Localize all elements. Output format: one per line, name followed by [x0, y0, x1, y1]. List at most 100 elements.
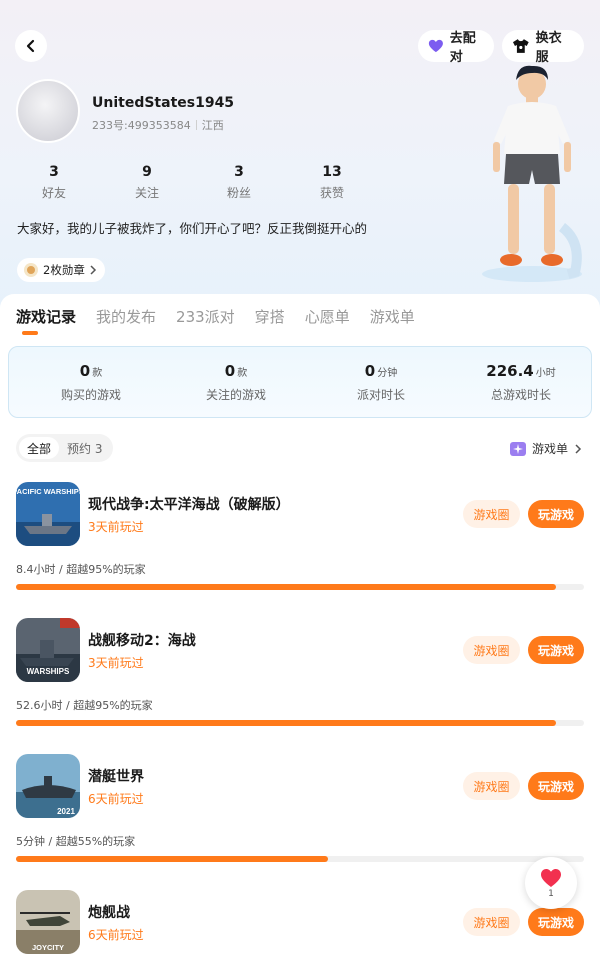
summary-value: 0: [364, 362, 376, 380]
game-icon[interactable]: PACIFIC WARSHIPS: [16, 482, 80, 546]
summary-label: 购买的游戏: [60, 388, 121, 402]
game-circle-button[interactable]: 游戏圈: [463, 908, 520, 936]
tab-game-lists[interactable]: 游戏单: [370, 306, 415, 327]
game-icon-text: WARSHIPS: [27, 667, 70, 676]
game-icon-text: PACIFIC WARSHIPS: [16, 487, 80, 496]
summary-value: 226.4: [486, 362, 534, 380]
filter-all[interactable]: 全部: [19, 437, 60, 459]
active-tab-indicator: [22, 331, 38, 335]
filter-reserved[interactable]: 预约 3: [59, 437, 110, 459]
progress-track: [16, 856, 584, 862]
avatar-character-image[interactable]: [470, 62, 590, 287]
bio-text: 大家好，我的儿子被我炸了，你们开心了吧？反正我倒挺开心的: [17, 221, 368, 236]
tshirt-icon: [512, 39, 529, 53]
stat-value: 3: [234, 164, 244, 180]
match-button[interactable]: 去配对: [418, 30, 494, 65]
summary-value: 0: [79, 362, 91, 380]
tab-bar: 游戏记录 我的发布 233派对 穿搭 心愿单 游戏单: [16, 306, 415, 327]
game-title: 潜艇世界: [88, 769, 144, 785]
tab-game-records[interactable]: 游戏记录: [16, 306, 76, 327]
change-outfit-button[interactable]: 换衣服: [502, 30, 584, 65]
tab-wishlist[interactable]: 心愿单: [305, 306, 350, 327]
summary-purchased: 0款 购买的游戏: [21, 361, 161, 403]
game-summary-card: 0款 购买的游戏 0款 关注的游戏 0 分钟 派对时长 226.4 小时 总游戏时长: [8, 346, 592, 418]
game-list-link[interactable]: 游戏单: [509, 440, 582, 457]
game-title: 炮舰战: [88, 905, 130, 921]
stat-label: 好友: [41, 186, 66, 200]
game-icon[interactable]: 2021: [16, 754, 80, 818]
progress-track: [16, 720, 584, 726]
summary-unit: 款: [92, 368, 103, 379]
medal-label: 2枚勋章: [43, 263, 85, 277]
user-region: 江西: [201, 119, 224, 132]
stat-label: 获赞: [319, 186, 344, 200]
summary-label: 关注的游戏: [205, 388, 266, 402]
play-game-button[interactable]: 玩游戏: [528, 500, 584, 528]
stat-label: 粉丝: [226, 186, 251, 200]
game-item[interactable]: WARSHIPS 战舰移动2：海战 3天前玩过 游戏圈 玩游戏 52.6小时 /…: [0, 618, 600, 738]
divider: [195, 120, 197, 130]
summary-party-time: 0 分钟 派对时长: [311, 361, 451, 403]
like-floating-button[interactable]: 1: [525, 857, 577, 909]
progress-track: [16, 584, 584, 590]
user-id: 233号:499353584: [92, 119, 191, 132]
chevron-right-icon: [575, 443, 582, 454]
heart-icon: [428, 39, 443, 53]
game-icon[interactable]: JOYCITY: [16, 890, 80, 954]
game-circle-button[interactable]: 游戏圈: [463, 500, 520, 528]
game-icon[interactable]: WARSHIPS: [16, 618, 80, 682]
stat-following[interactable]: 9 关注: [117, 164, 177, 201]
stat-value: 3: [49, 164, 59, 180]
game-icon-text: 2021: [57, 807, 75, 816]
game-icon-text: JOYCITY: [32, 943, 64, 952]
tab-party[interactable]: 233派对: [176, 306, 235, 327]
last-played: 6天前玩过: [88, 928, 144, 942]
summary-unit: 款: [237, 368, 248, 379]
chevron-right-icon: [90, 265, 96, 275]
medal-icon: [24, 263, 38, 277]
play-time-text: 5分钟 / 超越55%的玩家: [16, 835, 136, 848]
stat-label: 关注: [134, 186, 159, 200]
last-played: 3天前玩过: [88, 656, 144, 670]
summary-total-time: 226.4 小时 总游戏时长: [451, 361, 591, 403]
game-title: 战舰移动2：海战: [88, 633, 196, 649]
play-time-text: 8.4小时 / 超越95%的玩家: [16, 563, 146, 576]
summary-label: 派对时长: [356, 388, 405, 402]
back-arrow-icon: [26, 39, 35, 53]
stat-likes[interactable]: 13 获赞: [302, 164, 362, 201]
game-item[interactable]: 2021 潜艇世界 6天前玩过 游戏圈 玩游戏 5分钟 / 超越55%的玩家: [0, 754, 600, 874]
heart-icon: [541, 868, 561, 887]
user-id-line: 233号:499353584 江西: [92, 117, 224, 133]
last-played: 3天前玩过: [88, 520, 144, 534]
sparkle-icon: [509, 441, 526, 456]
stat-friends[interactable]: 3 好友: [24, 164, 84, 201]
tab-my-posts[interactable]: 我的发布: [96, 306, 156, 327]
summary-value: 0: [224, 362, 236, 380]
stat-fans[interactable]: 3 粉丝: [209, 164, 269, 201]
game-circle-button[interactable]: 游戏圈: [463, 772, 520, 800]
summary-followed: 0款 关注的游戏: [166, 361, 306, 403]
progress-fill: [16, 856, 329, 862]
avatar[interactable]: [16, 79, 80, 143]
match-label: 去配对: [449, 31, 476, 65]
stat-value: 13: [322, 164, 342, 180]
summary-unit: 小时: [535, 368, 556, 379]
stat-value: 9: [142, 164, 152, 180]
game-title: 现代战争:太平洋海战（破解版）: [88, 497, 290, 513]
play-game-button[interactable]: 玩游戏: [528, 908, 584, 936]
like-count: 1: [548, 888, 554, 899]
game-circle-button[interactable]: 游戏圈: [463, 636, 520, 664]
username: UnitedStates1945: [92, 95, 235, 111]
summary-unit: 分钟: [377, 368, 398, 379]
back-button[interactable]: [15, 30, 47, 62]
game-item[interactable]: PACIFIC WARSHIPS 现代战争:太平洋海战（破解版） 3天前玩过 游…: [0, 482, 600, 602]
medal-badge[interactable]: 2枚勋章: [17, 258, 105, 282]
play-game-button[interactable]: 玩游戏: [528, 772, 584, 800]
play-time-text: 52.6小时 / 超越95%的玩家: [16, 699, 153, 712]
outfit-label: 换衣服: [535, 31, 562, 65]
game-item[interactable]: JOYCITY 炮舰战 6天前玩过 游戏圈 玩游戏: [0, 890, 600, 960]
tab-outfits[interactable]: 穿搭: [255, 306, 285, 327]
play-game-button[interactable]: 玩游戏: [528, 636, 584, 664]
progress-fill: [16, 720, 556, 726]
game-list-link-label: 游戏单: [531, 442, 568, 456]
